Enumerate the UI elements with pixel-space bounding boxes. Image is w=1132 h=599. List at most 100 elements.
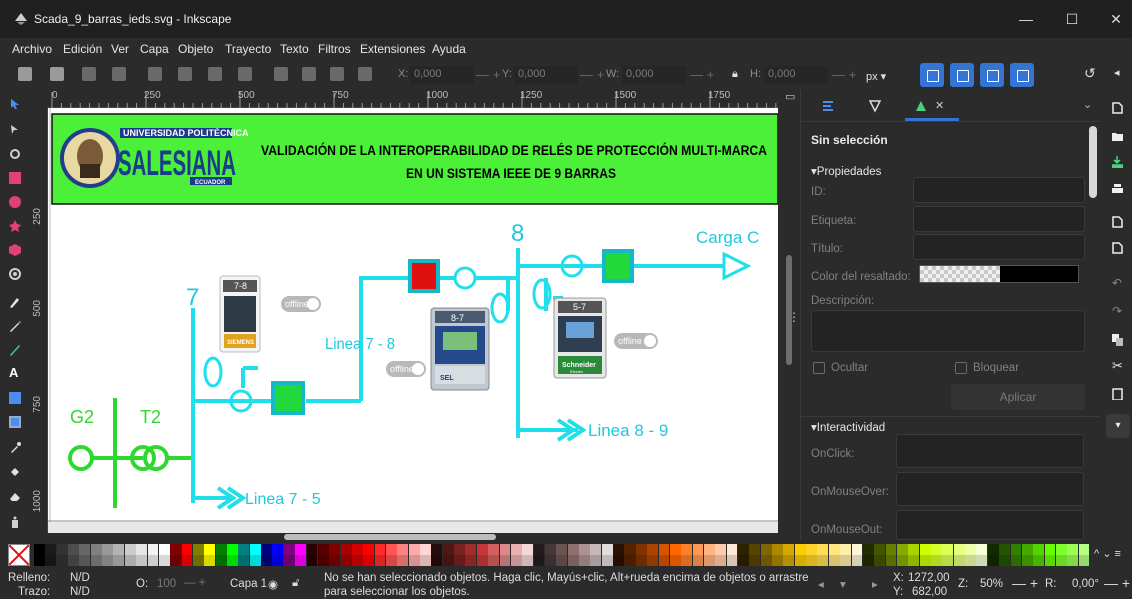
cut-icon[interactable]: ✂ <box>1112 358 1123 373</box>
opacity-value[interactable]: 100 <box>157 578 176 590</box>
color-swatch[interactable] <box>772 555 783 566</box>
color-swatch[interactable] <box>896 544 908 555</box>
color-swatch[interactable] <box>158 544 170 555</box>
color-swatch[interactable] <box>601 555 613 566</box>
menu-filtros[interactable]: Filtros <box>318 42 351 56</box>
color-swatch[interactable] <box>624 555 636 566</box>
color-swatch[interactable] <box>919 544 931 555</box>
next-page-icon[interactable]: ▸ <box>872 577 878 591</box>
color-swatch[interactable] <box>1033 555 1045 566</box>
text-tool-icon[interactable]: A <box>9 365 21 380</box>
color-swatch[interactable] <box>828 555 840 566</box>
breaker-carga-green[interactable] <box>602 249 634 283</box>
color-swatch[interactable] <box>102 544 113 555</box>
palette-scroll-icon[interactable]: ^ ⌄ ≡ <box>1094 547 1121 560</box>
color-swatch[interactable] <box>794 544 806 555</box>
3dbox-tool-icon[interactable] <box>9 244 21 256</box>
descripcion-field[interactable] <box>811 310 1085 352</box>
color-swatch[interactable] <box>124 555 136 566</box>
color-swatch[interactable] <box>896 555 908 566</box>
minimize-button[interactable]: — <box>1006 8 1046 30</box>
tweak-tool-icon[interactable] <box>9 148 21 160</box>
color-swatch[interactable] <box>738 544 749 555</box>
color-swatch[interactable] <box>579 544 590 555</box>
h-stepper[interactable]: — + <box>832 67 856 82</box>
spiral-tool-icon[interactable] <box>9 268 21 280</box>
color-swatch[interactable] <box>386 544 397 555</box>
interactividad-section[interactable]: ▾Interactividad <box>811 420 885 434</box>
select-all-layers-icon[interactable] <box>50 67 64 81</box>
lower-bottom-icon[interactable] <box>358 67 372 81</box>
color-swatch[interactable] <box>715 555 727 566</box>
close-button[interactable]: ✕ <box>1096 8 1132 30</box>
breaker-8-7-red[interactable] <box>408 259 440 293</box>
move-gradients-button[interactable] <box>980 63 1004 87</box>
color-swatch[interactable] <box>635 555 647 566</box>
undo-icon[interactable]: ↶ <box>1112 276 1123 290</box>
color-swatch[interactable] <box>1067 544 1079 555</box>
color-swatch[interactable] <box>613 544 624 555</box>
color-swatch[interactable] <box>329 544 341 555</box>
flip-h-icon[interactable] <box>208 67 222 81</box>
color-swatch[interactable] <box>420 555 431 566</box>
color-swatch[interactable] <box>522 555 534 566</box>
opacity-stepper[interactable]: — + <box>184 577 205 589</box>
color-swatch[interactable] <box>749 544 761 555</box>
color-swatch[interactable] <box>454 544 465 555</box>
menu-archivo[interactable]: Archivo <box>12 42 52 56</box>
color-swatch[interactable] <box>170 555 182 566</box>
color-swatch[interactable] <box>1021 555 1033 566</box>
w-input[interactable]: 0,000 <box>622 66 686 84</box>
titulo-field[interactable] <box>913 234 1085 260</box>
color-swatch[interactable] <box>181 544 193 555</box>
color-swatch[interactable] <box>374 555 386 566</box>
color-swatch[interactable] <box>533 544 545 555</box>
color-swatch[interactable] <box>351 544 363 555</box>
rect-tool-icon[interactable] <box>9 172 21 184</box>
color-swatch[interactable] <box>794 555 806 566</box>
tab-layers-icon[interactable] <box>821 98 837 114</box>
color-swatch[interactable] <box>34 544 45 555</box>
color-swatch[interactable] <box>56 555 68 566</box>
rotation-value[interactable]: 0,00° <box>1072 578 1099 590</box>
color-swatch[interactable] <box>806 555 817 566</box>
color-swatch[interactable] <box>56 544 68 555</box>
color-swatch[interactable] <box>715 544 727 555</box>
onclick-field[interactable] <box>896 434 1084 468</box>
color-swatch[interactable] <box>329 555 341 566</box>
node-tool-icon[interactable] <box>9 124 21 136</box>
color-swatch[interactable] <box>147 555 159 566</box>
color-swatch[interactable] <box>544 544 556 555</box>
color-swatch[interactable] <box>442 544 454 555</box>
color-swatch[interactable] <box>533 555 545 566</box>
color-swatch[interactable] <box>862 544 874 555</box>
color-swatch[interactable] <box>192 544 204 555</box>
color-swatch[interactable] <box>783 555 795 566</box>
x-stepper[interactable]: — + <box>476 67 500 82</box>
menu-capa[interactable]: Capa <box>140 42 169 56</box>
mesh-tool-icon[interactable] <box>9 416 21 428</box>
color-swatch[interactable] <box>908 555 920 566</box>
onmouseover-field[interactable] <box>896 472 1084 506</box>
color-swatch[interactable] <box>45 544 57 555</box>
maximize-button[interactable]: ☐ <box>1052 8 1092 30</box>
color-swatch[interactable] <box>340 555 352 566</box>
color-swatch[interactable] <box>79 544 91 555</box>
tab-fill-stroke-icon[interactable] <box>867 98 883 114</box>
color-swatch[interactable] <box>227 555 238 566</box>
calligraphy-tool-icon[interactable] <box>9 344 21 356</box>
color-swatch[interactable] <box>1055 555 1067 566</box>
color-swatch[interactable] <box>261 544 272 555</box>
color-swatch[interactable] <box>522 544 534 555</box>
color-swatch[interactable] <box>147 544 159 555</box>
color-swatch[interactable] <box>658 555 670 566</box>
color-swatch[interactable] <box>102 555 113 566</box>
color-swatch[interactable] <box>624 544 636 555</box>
menu-extensiones[interactable]: Extensiones <box>360 42 425 56</box>
color-swatch[interactable] <box>942 555 954 566</box>
color-swatch[interactable] <box>90 544 102 555</box>
relleno-value[interactable]: N/D <box>70 572 90 584</box>
color-swatch[interactable] <box>647 555 658 566</box>
more-commands-button[interactable]: ▾ <box>1106 414 1130 438</box>
redo-icon[interactable]: ↷ <box>1112 304 1123 318</box>
